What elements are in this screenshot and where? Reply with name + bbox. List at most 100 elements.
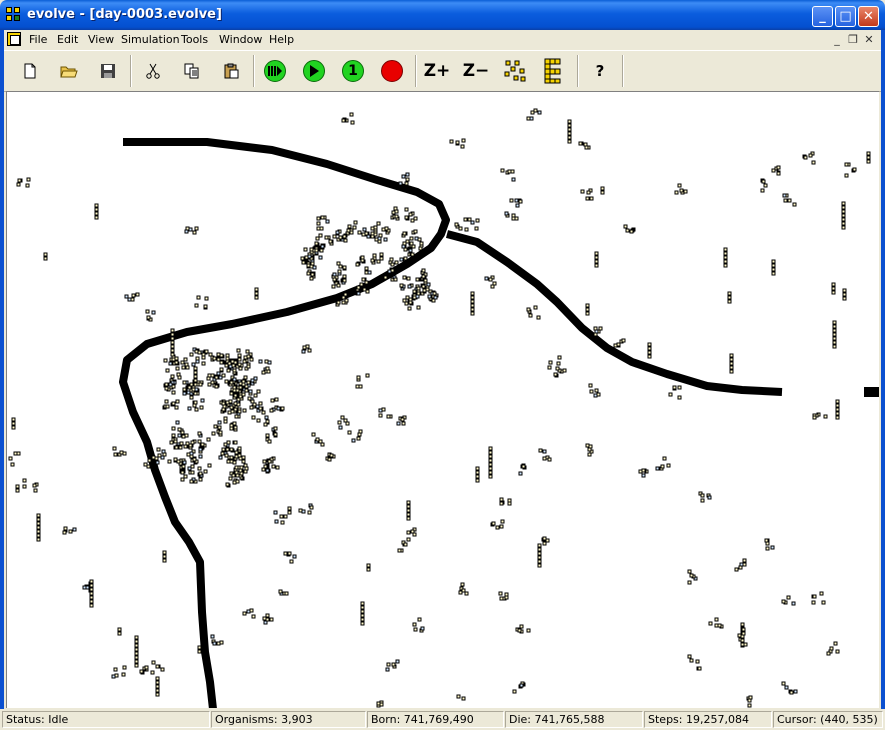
organism-cell xyxy=(349,230,354,235)
organism-cell xyxy=(181,365,186,370)
organism-cell xyxy=(131,293,136,298)
new-file-button[interactable] xyxy=(16,57,44,85)
organism-cell xyxy=(43,256,48,261)
organism-cell xyxy=(206,376,211,381)
organism-grid-button[interactable] xyxy=(540,57,568,85)
run-button[interactable] xyxy=(300,57,328,85)
organism-cell xyxy=(808,153,813,158)
scatter-view-button[interactable] xyxy=(501,57,529,85)
organism-cell xyxy=(210,380,215,385)
step-button[interactable]: 1 xyxy=(339,57,367,85)
organism-cell xyxy=(475,466,480,471)
organism-cell xyxy=(655,466,660,471)
cut-button[interactable] xyxy=(139,57,167,85)
world-canvas[interactable] xyxy=(6,91,879,708)
mdi-restore-button[interactable]: ❐ xyxy=(846,33,860,46)
organism-cell xyxy=(542,449,547,454)
document-icon[interactable] xyxy=(7,32,21,46)
organism-cell xyxy=(264,359,269,364)
organism-cell xyxy=(237,409,242,414)
paste-button[interactable] xyxy=(217,57,245,85)
organism-cell xyxy=(155,684,160,689)
organism-cell xyxy=(232,385,237,390)
organism-cell xyxy=(157,453,162,458)
organism-cell xyxy=(134,655,139,660)
organism-cell xyxy=(117,627,122,632)
help-button[interactable]: ? xyxy=(586,57,614,85)
organism-cell xyxy=(760,188,765,193)
run-fast-button[interactable] xyxy=(261,57,289,85)
organism-cell xyxy=(771,259,776,264)
world-map[interactable] xyxy=(7,92,879,708)
close-button[interactable]: ✕ xyxy=(858,6,879,27)
open-button[interactable] xyxy=(55,57,83,85)
organism-cell xyxy=(316,221,321,226)
organism-cell xyxy=(336,300,341,305)
organism-cell xyxy=(842,292,847,297)
organism-cell xyxy=(194,407,199,412)
menu-help[interactable]: Help xyxy=(269,33,294,46)
app-icon[interactable] xyxy=(6,7,22,23)
organism-cell xyxy=(135,292,140,297)
organism-cell xyxy=(314,241,319,246)
organism-cell xyxy=(787,198,792,203)
organism-cell xyxy=(403,542,408,547)
organism-cell xyxy=(233,401,238,406)
organism-cell xyxy=(208,352,213,357)
organism-cell xyxy=(341,295,346,300)
maximize-button[interactable]: □ xyxy=(835,6,856,27)
mdi-close-button[interactable]: ✕ xyxy=(862,33,876,46)
organism-cell xyxy=(171,401,176,406)
minimize-button[interactable]: _ xyxy=(812,6,833,27)
organism-cell xyxy=(844,173,849,178)
menu-simulation[interactable]: Simulation xyxy=(121,33,180,46)
organism-cell xyxy=(748,695,753,700)
organism-cell xyxy=(835,403,840,408)
organism-cell xyxy=(832,340,837,345)
organism-cell xyxy=(111,674,116,679)
organism-cell xyxy=(151,660,156,665)
organism-cell xyxy=(389,257,394,262)
copy-button[interactable] xyxy=(178,57,206,85)
organism-cell xyxy=(400,417,405,422)
menu-tools[interactable]: Tools xyxy=(181,33,208,46)
organism-cell xyxy=(264,415,269,420)
organism-cell xyxy=(237,353,242,358)
organism-cell xyxy=(230,409,235,414)
organism-cell xyxy=(94,203,99,208)
save-button[interactable] xyxy=(94,57,122,85)
organism-cell xyxy=(841,201,846,206)
organism-cell xyxy=(461,696,466,701)
organism-cell xyxy=(841,221,846,226)
organism-cell xyxy=(765,541,770,546)
menu-file[interactable]: File xyxy=(29,33,47,46)
title-bar[interactable]: evolve - [day-0003.evolve] _ □ ✕ xyxy=(0,0,885,30)
organism-cell xyxy=(356,291,361,296)
organism-cell xyxy=(233,393,238,398)
menu-edit[interactable]: Edit xyxy=(57,33,78,46)
stop-button[interactable] xyxy=(378,57,406,85)
organism-cell xyxy=(174,360,179,365)
organism-cell xyxy=(765,546,770,551)
zoom-in-button[interactable]: Z+ xyxy=(423,57,451,85)
organism-cell xyxy=(832,332,837,337)
organism-cell xyxy=(325,219,330,224)
organism-cell xyxy=(155,664,160,669)
menu-view[interactable]: View xyxy=(88,33,114,46)
organism-cell xyxy=(542,456,547,461)
organism-cell xyxy=(367,270,372,275)
zoom-out-button[interactable]: Z− xyxy=(462,57,490,85)
organism-cell xyxy=(251,415,256,420)
organism-cell xyxy=(401,421,406,426)
organism-cell xyxy=(331,284,336,289)
menu-window[interactable]: Window xyxy=(219,33,262,46)
save-disk-icon xyxy=(101,64,115,78)
organism-cell xyxy=(243,355,248,360)
organism-cell xyxy=(553,372,558,377)
organism-cell xyxy=(421,284,426,289)
organism-cell xyxy=(509,198,514,203)
organism-cell xyxy=(191,362,196,367)
mdi-minimize-button[interactable]: _ xyxy=(830,33,844,46)
organism-cell xyxy=(365,289,370,294)
organism-cell xyxy=(124,294,129,299)
